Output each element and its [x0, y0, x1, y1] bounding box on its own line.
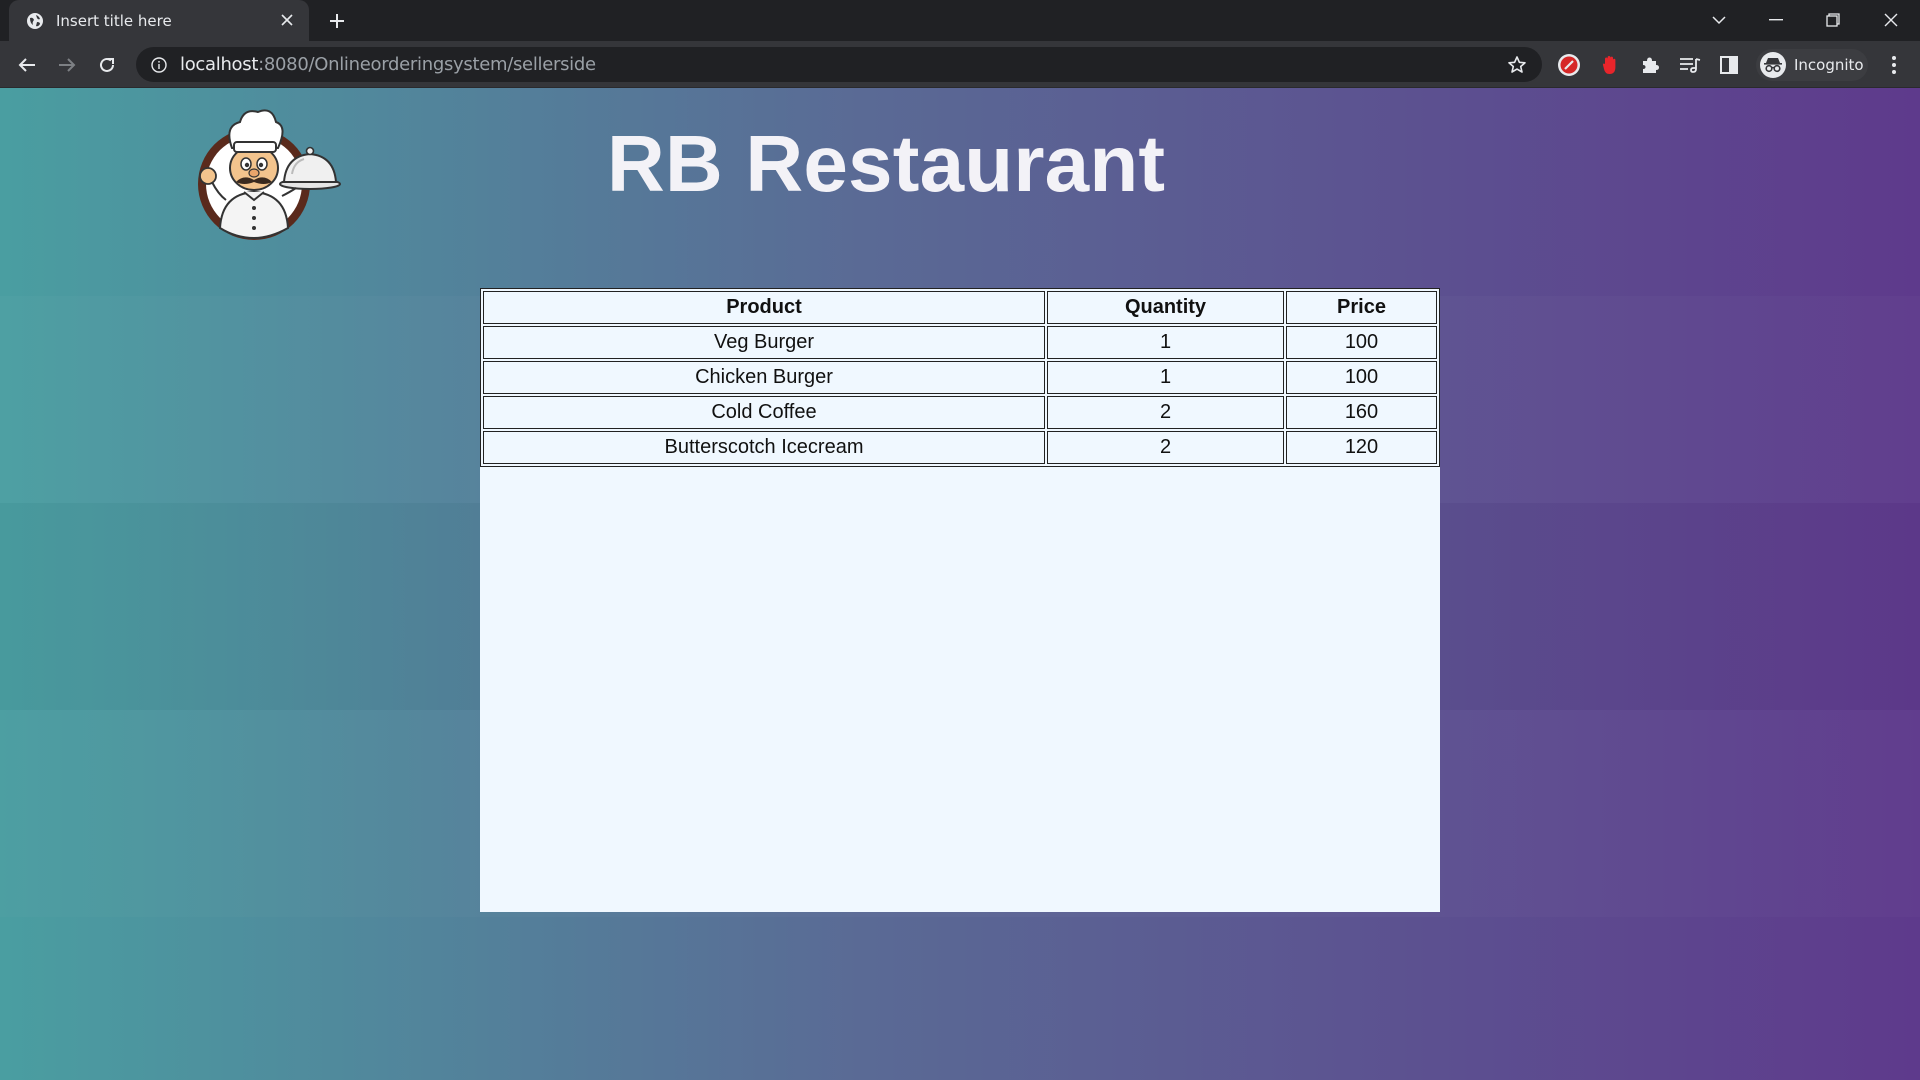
chef-logo	[190, 96, 350, 256]
page-title: RB Restaurant	[607, 119, 1166, 208]
table-row: Veg Burger 1 100	[483, 326, 1437, 359]
table-row: Butterscotch Icecream 2 120	[483, 431, 1437, 464]
column-header-product: Product	[483, 291, 1045, 324]
incognito-label: Incognito	[1794, 56, 1864, 74]
cell-quantity: 1	[1047, 361, 1284, 394]
bookmark-star-icon[interactable]	[1506, 54, 1528, 76]
incognito-icon	[1760, 52, 1786, 78]
reload-icon[interactable]	[92, 50, 122, 80]
cell-price: 160	[1286, 396, 1437, 429]
new-tab-plus-icon[interactable]	[325, 9, 349, 33]
url-text[interactable]: localhost:8080/Onlineorderingsystem/sell…	[180, 54, 596, 75]
restore-icon[interactable]	[1818, 6, 1848, 34]
browser-toolbar: localhost:8080/Onlineorderingsystem/sell…	[0, 41, 1920, 88]
tab-search-chevron-icon[interactable]	[1704, 6, 1734, 34]
url-host: localhost	[180, 54, 259, 75]
table-row: Cold Coffee 2 160	[483, 396, 1437, 429]
column-header-quantity: Quantity	[1047, 291, 1284, 324]
address-bar[interactable]: localhost:8080/Onlineorderingsystem/sell…	[136, 47, 1542, 82]
site-info-icon[interactable]	[150, 56, 168, 74]
url-path: :8080/Onlineorderingsystem/sellerside	[258, 54, 596, 75]
cell-quantity: 1	[1047, 326, 1284, 359]
media-queue-icon[interactable]	[1677, 52, 1703, 78]
back-arrow-icon[interactable]	[12, 50, 42, 80]
tab-strip: Insert title here	[0, 0, 1920, 41]
cell-quantity: 2	[1047, 396, 1284, 429]
cell-price: 100	[1286, 361, 1437, 394]
cell-quantity: 2	[1047, 431, 1284, 464]
table-header-row: Product Quantity Price	[483, 291, 1437, 324]
cell-price: 120	[1286, 431, 1437, 464]
globe-icon	[25, 11, 45, 31]
cell-price: 100	[1286, 326, 1437, 359]
tab-title: Insert title here	[56, 11, 172, 30]
minimize-icon[interactable]	[1761, 6, 1791, 34]
cell-product: Chicken Burger	[483, 361, 1045, 394]
incognito-profile-button[interactable]: Incognito	[1756, 49, 1868, 81]
table-row: Chicken Burger 1 100	[483, 361, 1437, 394]
more-menu-icon[interactable]	[1882, 52, 1906, 78]
side-panel-icon[interactable]	[1716, 52, 1742, 78]
column-header-price: Price	[1286, 291, 1437, 324]
extension-red-hand-icon[interactable]	[1597, 52, 1623, 78]
close-tab-icon[interactable]	[277, 10, 297, 30]
close-window-icon[interactable]	[1876, 6, 1906, 34]
extensions-puzzle-icon[interactable]	[1637, 52, 1663, 78]
extension-red-circle-icon[interactable]	[1556, 52, 1582, 78]
orders-table: Product Quantity Price Veg Burger 1 100 …	[480, 288, 1440, 467]
page-viewport: RB Restaurant Product Quantity Price Veg…	[0, 88, 1920, 1080]
cell-product: Cold Coffee	[483, 396, 1045, 429]
orders-panel: Product Quantity Price Veg Burger 1 100 …	[480, 288, 1440, 912]
cell-product: Butterscotch Icecream	[483, 431, 1045, 464]
browser-tab[interactable]: Insert title here	[9, 0, 309, 41]
cell-product: Veg Burger	[483, 326, 1045, 359]
forward-arrow-icon[interactable]	[52, 50, 82, 80]
